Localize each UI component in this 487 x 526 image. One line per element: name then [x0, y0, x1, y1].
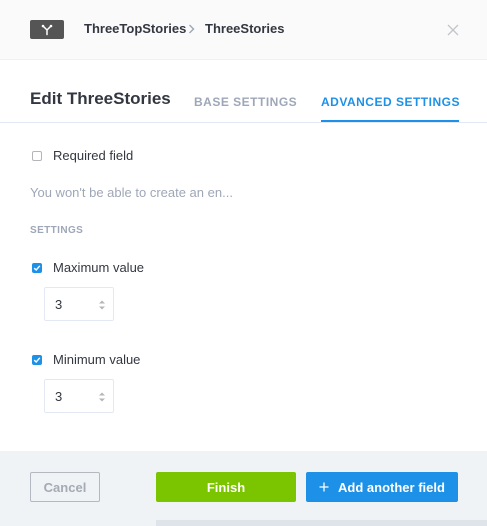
required-field-checkbox[interactable] — [32, 151, 42, 161]
minimum-value-label[interactable]: Minimum value — [53, 352, 140, 367]
minimum-value-checkbox[interactable] — [32, 355, 42, 365]
add-another-field-button[interactable]: Add another field — [306, 472, 458, 502]
minimum-value-input[interactable] — [45, 380, 95, 412]
tab-base-settings[interactable]: BASE SETTINGS — [194, 95, 297, 109]
maximum-value-checkbox[interactable] — [32, 263, 42, 273]
required-field-label[interactable]: Required field — [53, 148, 133, 163]
check-icon — [33, 357, 41, 364]
cancel-button[interactable]: Cancel — [30, 472, 100, 502]
maximum-value-input[interactable] — [45, 288, 95, 320]
required-field-description: You won't be able to create an en... — [30, 185, 233, 200]
spinner-arrows-icon[interactable] — [98, 390, 106, 402]
relation-icon — [30, 20, 64, 39]
modal-header: ThreeTopStories ThreeStories — [0, 0, 487, 60]
spinner-arrows-icon[interactable] — [98, 298, 106, 310]
settings-section-title: SETTINGS — [30, 225, 84, 236]
tab-advanced-settings[interactable]: ADVANCED SETTINGS — [321, 95, 460, 109]
chevron-right-icon — [186, 21, 196, 37]
footer-bottom-edge — [156, 520, 487, 526]
breadcrumb-item-parent[interactable]: ThreeTopStories — [84, 21, 186, 36]
finish-button[interactable]: Finish — [156, 472, 296, 502]
maximum-value-label[interactable]: Maximum value — [53, 260, 144, 275]
modal-title: Edit ThreeStories — [30, 89, 171, 108]
check-icon — [33, 265, 41, 272]
minimum-value-stepper — [44, 379, 114, 413]
add-another-field-label: Add another field — [338, 479, 445, 495]
breadcrumb-item-current: ThreeStories — [205, 21, 285, 36]
tabs-divider — [0, 122, 487, 123]
close-icon[interactable] — [445, 22, 461, 38]
maximum-value-stepper — [44, 287, 114, 321]
plus-icon — [319, 482, 329, 492]
